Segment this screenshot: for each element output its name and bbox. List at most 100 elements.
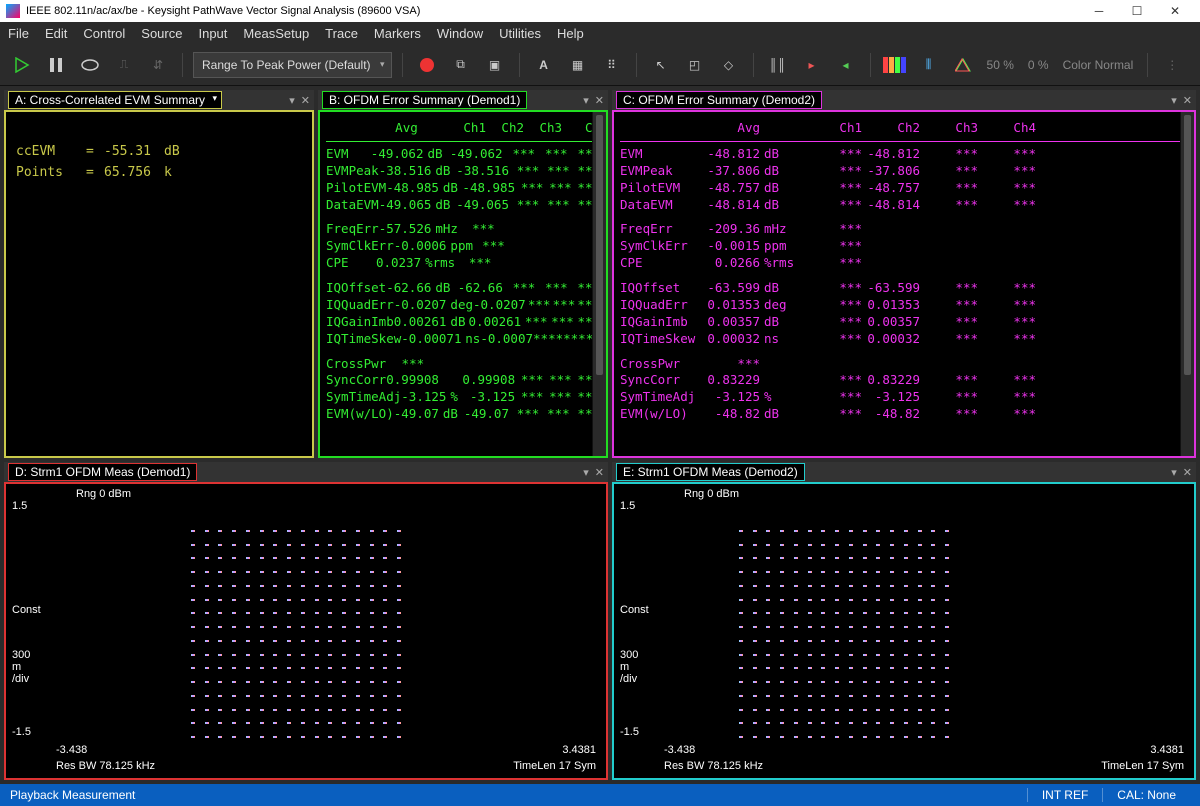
panel-d-res: Res BW 78.125 kHz [56, 760, 155, 772]
copy-icon[interactable]: ⧉ [447, 51, 475, 79]
menu-meassetup[interactable]: MeasSetup [243, 26, 309, 41]
spectrum-icon[interactable]: ⫼ [915, 51, 943, 79]
table-row: IQOffset-62.66dB-62.66********* [326, 280, 600, 297]
panel-b-title[interactable]: B: OFDM Error Summary (Demod1) [322, 91, 527, 109]
panel-c-close-icon[interactable]: ✕ [1183, 94, 1192, 107]
flag-red-icon[interactable]: ▸ [798, 51, 826, 79]
status-cal[interactable]: CAL: None [1102, 788, 1190, 802]
menu-control[interactable]: Control [83, 26, 125, 41]
panel-c-menu-icon[interactable]: ▾ [1171, 94, 1177, 107]
window-maximize-button[interactable]: ☐ [1118, 0, 1156, 22]
loop-button[interactable] [76, 51, 104, 79]
bars-icon[interactable]: ║║ [764, 51, 792, 79]
panel-e-constellation [734, 524, 954, 744]
panel-e-yscale: 300 m /div [620, 649, 638, 685]
panel-d-plot[interactable]: Rng 0 dBm 1.5 Const 300 m /div -1.5 -3.4… [6, 484, 606, 778]
table-row: CPE0.0266%rms*** [620, 255, 1188, 272]
table-row: SymTimeAdj-3.125%***-3.125****** [620, 389, 1188, 406]
status-bar: Playback Measurement INT REF CAL: None [0, 784, 1200, 806]
grid-layout-icon[interactable]: ▦ [564, 51, 592, 79]
pause-button[interactable] [42, 51, 70, 79]
table-row: IQQuadErr0.01353deg***0.01353****** [620, 297, 1188, 314]
color-mode-label[interactable]: Color Normal [1063, 58, 1134, 72]
menu-help[interactable]: Help [557, 26, 584, 41]
rainbow-icon[interactable] [881, 51, 909, 79]
diamond-marker-icon[interactable]: ◇ [715, 51, 743, 79]
window-close-button[interactable]: ✕ [1156, 0, 1194, 22]
status-intref[interactable]: INT REF [1027, 788, 1102, 802]
panel-b-menu-icon[interactable]: ▾ [583, 94, 589, 107]
table-row: DataEVM-49.065dB-49.065********* [326, 197, 600, 214]
panel-d-tlen: TimeLen 17 Sym [513, 760, 596, 772]
table-row: EVM(w/LO)-48.82dB***-48.82****** [620, 406, 1188, 423]
panel-c-table: AvgCh1Ch2Ch3Ch4EVM-48.812dB***-48.812***… [614, 112, 1194, 431]
panel-e-rng: Rng 0 dBm [684, 488, 739, 500]
table-row: IQTimeSkew-0.00071ns-0.0007********* [326, 331, 600, 348]
more-icon[interactable]: ⋮ [1158, 51, 1186, 79]
panel-e-ymin: -1.5 [620, 726, 639, 738]
panel-d-xmin: -3.438 [56, 744, 87, 756]
play-button[interactable] [8, 51, 36, 79]
flag-green-icon[interactable]: ◂ [832, 51, 860, 79]
snapshot-icon[interactable]: ▣ [481, 51, 509, 79]
table-row: FreqErr-209.36mHz*** [620, 221, 1188, 238]
opacity-1: 50 % [987, 58, 1014, 72]
panel-d-close-icon[interactable]: ✕ [595, 466, 604, 479]
text-a-icon[interactable]: A [530, 51, 558, 79]
select-rect-icon[interactable]: ◰ [681, 51, 709, 79]
panel-d-constellation [186, 524, 406, 744]
table-row: DataEVM-48.814dB***-48.814****** [620, 197, 1188, 214]
panel-b: B: OFDM Error Summary (Demod1) ▾✕ AvgCh1… [318, 90, 608, 458]
panel-e-menu-icon[interactable]: ▾ [1171, 466, 1177, 479]
panel-d: D: Strm1 OFDM Meas (Demod1) ▾ ✕ Rng 0 dBm… [4, 462, 608, 780]
pointer-icon[interactable]: ↖ [647, 51, 675, 79]
toolbar: ⎍ ⇵ Range To Peak Power (Default) ⧉ ▣ A … [0, 44, 1200, 86]
table-row: IQOffset-63.599dB***-63.599****** [620, 280, 1188, 297]
panel-b-scrollbar[interactable] [592, 112, 606, 456]
panel-c-title[interactable]: C: OFDM Error Summary (Demod2) [616, 91, 822, 109]
panel-b-close-icon[interactable]: ✕ [595, 94, 604, 107]
panel-e-title[interactable]: E: Strm1 OFDM Meas (Demod2) [616, 463, 805, 481]
menu-utilities[interactable]: Utilities [499, 26, 541, 41]
menu-markers[interactable]: Markers [374, 26, 421, 41]
dots-icon[interactable]: ⠿ [598, 51, 626, 79]
range-dropdown[interactable]: Range To Peak Power (Default) [193, 52, 392, 78]
menu-file[interactable]: File [8, 26, 29, 41]
table-row: FreqErr-57.526mHz*** [326, 221, 600, 238]
table-row: SymTimeAdj-3.125%-3.125********* [326, 389, 600, 406]
panel-e-plot[interactable]: Rng 0 dBm 1.5 Const 300 m /div -1.5 -3.4… [614, 484, 1194, 778]
panel-a-menu-icon[interactable]: ▾ [289, 94, 295, 107]
panel-e-res: Res BW 78.125 kHz [664, 760, 763, 772]
app-icon [6, 4, 20, 18]
menu-window[interactable]: Window [437, 26, 483, 41]
panel-c: C: OFDM Error Summary (Demod2) ▾ ✕ AvgCh1… [612, 90, 1196, 458]
table-row: CPE0.0237%rms*** [326, 255, 600, 272]
autorange-icon[interactable]: ⇵ [144, 51, 172, 79]
table-row: IQTimeSkew0.00032ns***0.00032****** [620, 331, 1188, 348]
panel-d-menu-icon[interactable]: ▾ [583, 466, 589, 479]
menu-edit[interactable]: Edit [45, 26, 67, 41]
panel-a-close-icon[interactable]: ✕ [301, 94, 310, 107]
window-title: IEEE 802.11n/ac/ax/be - Keysight PathWav… [26, 5, 1080, 17]
panel-a-title[interactable]: A: Cross-Correlated EVM Summary [8, 91, 222, 109]
table-row: EVM(w/LO)-49.07dB-49.07********* [326, 406, 600, 423]
panel-e-ymax: 1.5 [620, 500, 635, 512]
menu-source[interactable]: Source [141, 26, 182, 41]
menu-trace[interactable]: Trace [325, 26, 358, 41]
menu-input[interactable]: Input [198, 26, 227, 41]
table-row: PilotEVM-48.757dB***-48.757****** [620, 180, 1188, 197]
table-row: EVMPeak-38.516dB-38.516********* [326, 163, 600, 180]
prism-icon[interactable] [949, 51, 977, 79]
record-button[interactable] [413, 51, 441, 79]
table-row: SymClkErr-0.0015ppm*** [620, 238, 1188, 255]
window-minimize-button[interactable]: ─ [1080, 0, 1118, 22]
panel-a: A: Cross-Correlated EVM Summary ▾✕ ccEVM… [4, 90, 314, 458]
table-row: CrossPwr*** [620, 356, 1188, 373]
panel-c-scrollbar[interactable] [1180, 112, 1194, 456]
panel-d-ymax: 1.5 [12, 500, 27, 512]
panel-d-title[interactable]: D: Strm1 OFDM Meas (Demod1) [8, 463, 197, 481]
panel-e-close-icon[interactable]: ✕ [1183, 466, 1192, 479]
trigger-icon[interactable]: ⎍ [110, 51, 138, 79]
window-titlebar: IEEE 802.11n/ac/ax/be - Keysight PathWav… [0, 0, 1200, 22]
table-row: IQGainImb0.00261dB0.00261********* [326, 314, 600, 331]
